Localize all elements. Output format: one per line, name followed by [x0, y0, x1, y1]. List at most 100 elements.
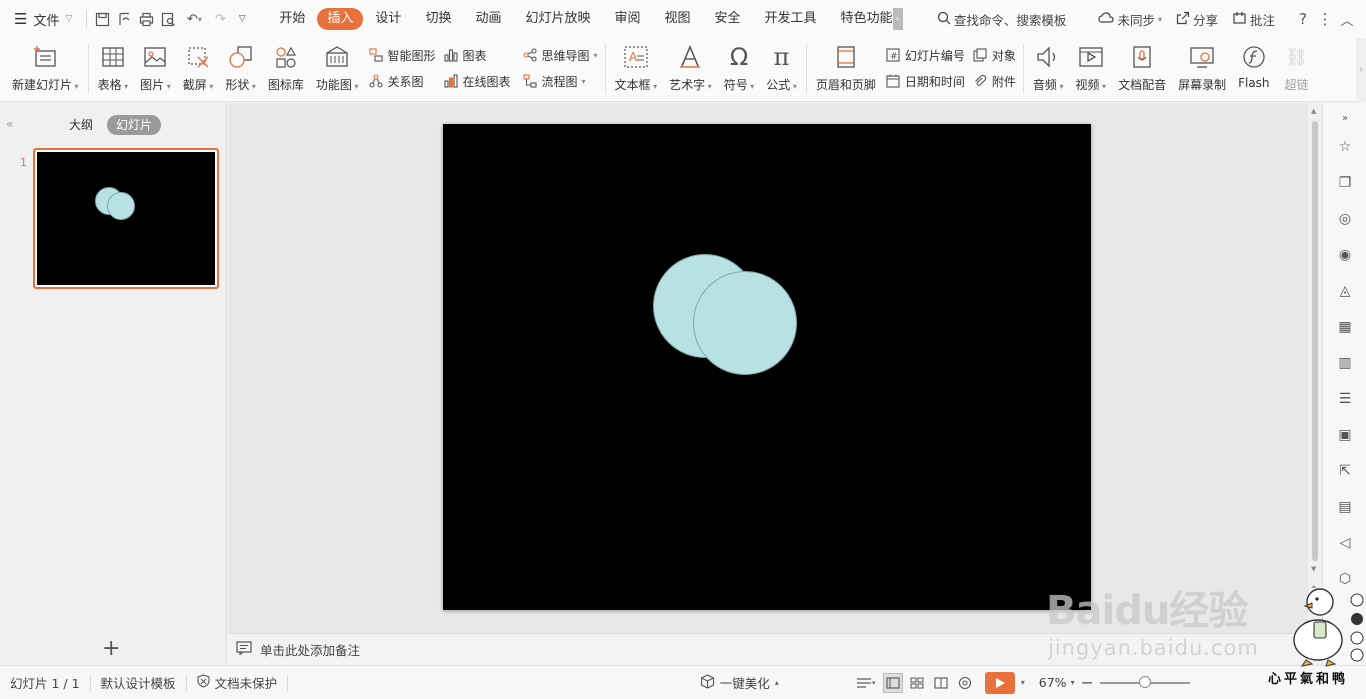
- volume-icon[interactable]: ◁: [1336, 534, 1354, 552]
- grid-icon[interactable]: ▦: [1336, 318, 1354, 336]
- tab-transition[interactable]: 切换: [413, 8, 463, 30]
- textbox-button[interactable]: A 文本框 ▾: [609, 42, 664, 98]
- notes-pane[interactable]: 单击此处添加备注: [228, 633, 1308, 665]
- location-icon[interactable]: ◉: [1336, 246, 1354, 264]
- share-out-icon[interactable]: ⇱: [1336, 462, 1354, 480]
- table-label: 表格 ▾: [97, 78, 129, 92]
- tab-slides[interactable]: 幻灯片: [107, 115, 162, 135]
- sync-button[interactable]: 未同步 ▾: [1091, 10, 1169, 29]
- template-name[interactable]: 默认设计模板: [91, 673, 186, 692]
- flash-button[interactable]: Flash: [1232, 42, 1275, 98]
- search-command[interactable]: 查找命令、搜索模板: [930, 10, 1074, 29]
- notes-toggle-icon[interactable]: ▾: [853, 673, 879, 693]
- function-chart-button[interactable]: 功能图 ▾: [310, 42, 365, 98]
- print-preview-icon[interactable]: [157, 8, 179, 30]
- video-button[interactable]: 视频 ▾: [1069, 42, 1112, 98]
- print-icon[interactable]: [135, 8, 157, 30]
- collapse-panel-icon[interactable]: «: [6, 117, 13, 131]
- archive-icon[interactable]: ▤: [1336, 498, 1354, 516]
- settings-sliders-icon[interactable]: ☰: [1336, 390, 1354, 408]
- play-options-icon[interactable]: ▾: [1021, 678, 1025, 687]
- redo-icon[interactable]: ↷: [209, 8, 231, 30]
- normal-view-icon[interactable]: [882, 672, 903, 693]
- screen-record-button[interactable]: 屏幕录制: [1172, 42, 1232, 98]
- reading-view-icon[interactable]: [931, 673, 951, 693]
- scroll-down-icon[interactable]: ▼: [1311, 565, 1316, 573]
- smart-art-button[interactable]: 智能图形: [368, 46, 436, 64]
- online-chart-button[interactable]: 在线图表: [444, 72, 511, 90]
- zoom-dropdown-icon[interactable]: ▾: [1071, 678, 1075, 687]
- shape-button[interactable]: 形状 ▾: [219, 42, 262, 98]
- screenshot-button[interactable]: 截屏 ▾: [177, 42, 220, 98]
- more-options-icon[interactable]: ⋮: [1314, 8, 1336, 30]
- ribbon-scroll-right[interactable]: ›: [1356, 38, 1366, 102]
- header-footer-button[interactable]: 页眉和页脚: [810, 42, 882, 98]
- export-pdf-icon[interactable]: [113, 8, 135, 30]
- relation-chart-button[interactable]: 关系图: [368, 72, 435, 90]
- share-icon: [1176, 11, 1190, 28]
- slide[interactable]: [443, 124, 1091, 610]
- new-slide-button[interactable]: 新建幻灯片 ▾: [0, 42, 85, 98]
- document-protection[interactable]: 文档未保护: [187, 673, 288, 692]
- customize-toolbar-icon[interactable]: ▽: [231, 8, 253, 30]
- picture-button[interactable]: 图片 ▾: [134, 42, 177, 98]
- symbol-button[interactable]: Ω 符号 ▾: [718, 42, 761, 98]
- presenter-view-icon[interactable]: [955, 673, 975, 693]
- chart-icon[interactable]: ▥: [1336, 354, 1354, 372]
- icon-library-button[interactable]: 图标库: [262, 42, 310, 98]
- comment-button[interactable]: 批注: [1225, 10, 1282, 29]
- attachment-button[interactable]: 附件: [973, 72, 1016, 90]
- slide-sorter-icon[interactable]: [907, 673, 927, 693]
- circle-shape-right[interactable]: [693, 271, 797, 375]
- animation-icon[interactable]: ☆: [1336, 138, 1354, 156]
- ribbon-toolbar: 新建幻灯片 ▾ 表格 ▾ 图片 ▾ 截屏 ▾ 形状 ▾ 图标库 功能图 ▾ 智能…: [0, 38, 1366, 102]
- play-slideshow-button[interactable]: [984, 671, 1015, 694]
- tab-special[interactable]: 特色功能: [829, 8, 897, 30]
- tab-view[interactable]: 视图: [653, 8, 703, 30]
- zoom-level[interactable]: 67%: [1035, 675, 1071, 690]
- wordart-button[interactable]: 艺术字 ▾: [663, 42, 718, 98]
- tab-home[interactable]: 开始: [267, 8, 317, 30]
- scroll-up-icon[interactable]: ▲: [1311, 107, 1316, 115]
- hyperlink-button[interactable]: ⛓ 超链: [1276, 42, 1318, 98]
- add-slide-icon[interactable]: +: [102, 636, 120, 661]
- collapse-sidebar-icon[interactable]: »: [1336, 109, 1354, 127]
- share-button[interactable]: 分享: [1169, 10, 1225, 29]
- image-icon[interactable]: ▣: [1336, 426, 1354, 444]
- tab-security[interactable]: 安全: [703, 8, 753, 30]
- beautify-button[interactable]: 一键美化 ▴: [690, 673, 789, 692]
- undo-icon[interactable]: ↶ ▾: [179, 8, 209, 30]
- save-icon[interactable]: [91, 8, 113, 30]
- tab-insert[interactable]: 插入: [317, 8, 364, 30]
- search-placeholder: 查找命令、搜索模板: [953, 12, 1067, 28]
- tab-developer[interactable]: 开发工具: [753, 8, 829, 30]
- layers-icon[interactable]: ◬: [1336, 282, 1354, 300]
- help-icon[interactable]: ?: [1292, 8, 1314, 30]
- datetime-button[interactable]: 日期和时间: [886, 72, 965, 90]
- copy-icon[interactable]: ❐: [1336, 174, 1354, 192]
- chart-button[interactable]: 图表: [444, 46, 511, 64]
- tab-slideshow[interactable]: 幻灯片放映: [513, 8, 602, 30]
- tab-design[interactable]: 设计: [363, 8, 413, 30]
- tab-outline[interactable]: 大纲: [60, 115, 102, 135]
- formula-button[interactable]: π 公式 ▾: [760, 42, 803, 98]
- slide-number-column: # 幻灯片编号 日期和时间: [882, 42, 969, 90]
- tab-review[interactable]: 审阅: [602, 8, 652, 30]
- zoom-slider-knob[interactable]: [1139, 675, 1151, 688]
- flowchart-button[interactable]: 流程图 ▾: [523, 72, 598, 90]
- doc-voice-button[interactable]: 文档配音: [1112, 42, 1172, 98]
- scrollbar-thumb[interactable]: [1312, 121, 1318, 561]
- slide-thumbnail[interactable]: [33, 148, 219, 289]
- mindmap-button[interactable]: 思维导图 ▾: [523, 46, 598, 64]
- table-button[interactable]: 表格 ▾: [92, 42, 135, 98]
- zoom-out-icon[interactable]: −: [1081, 673, 1094, 692]
- shapes-icon[interactable]: ◎: [1336, 210, 1354, 228]
- slide-number-button[interactable]: # 幻灯片编号: [886, 46, 965, 64]
- tab-scroll-right[interactable]: ›: [892, 8, 903, 30]
- tab-animation[interactable]: 动画: [463, 8, 513, 30]
- file-menu[interactable]: ☰ 文件 ▽: [0, 0, 82, 38]
- audio-button[interactable]: 音频 ▾: [1027, 42, 1070, 98]
- object-button[interactable]: 对象: [973, 46, 1016, 64]
- zoom-slider[interactable]: [1100, 675, 1190, 688]
- collapse-ribbon-icon[interactable]: ︿: [1336, 8, 1358, 30]
